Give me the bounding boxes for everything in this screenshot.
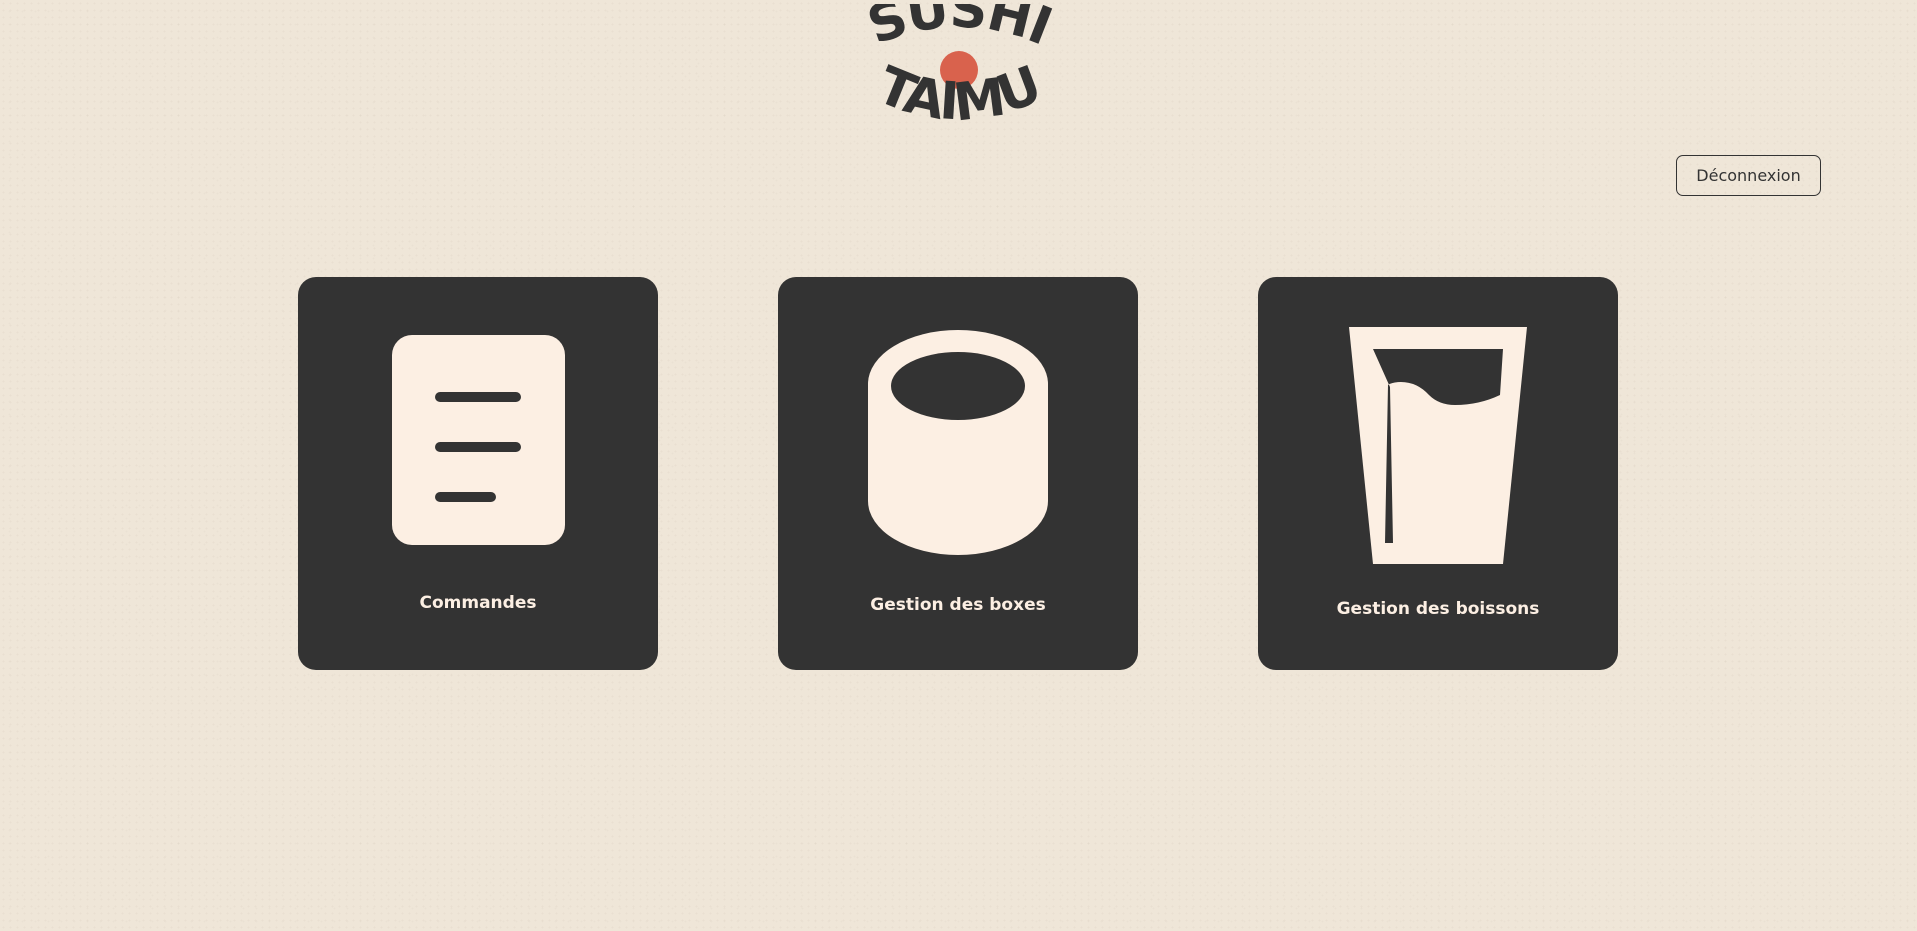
drinks-card-label: Gestion des boissons — [1336, 599, 1540, 619]
glass-icon — [1258, 327, 1618, 564]
boxes-card-label: Gestion des boxes — [870, 595, 1046, 615]
boxes-card[interactable]: Gestion des boxes — [778, 277, 1138, 670]
sushi-roll-icon — [778, 330, 1138, 555]
drinks-card[interactable]: Gestion des boissons — [1258, 277, 1618, 670]
svg-text:SUSHI: SUSHI — [860, 4, 1058, 57]
orders-card[interactable]: Commandes — [298, 277, 658, 670]
orders-card-label: Commandes — [419, 593, 537, 613]
brand-name-line1: SUSHI — [860, 4, 1060, 57]
logout-button[interactable]: Déconnexion — [1676, 155, 1821, 196]
sushi-taimu-logo: SUSHI TAIMU — [860, 4, 1060, 134]
brand-logo: SUSHI TAIMU — [855, 4, 1062, 134]
document-icon — [298, 335, 658, 545]
